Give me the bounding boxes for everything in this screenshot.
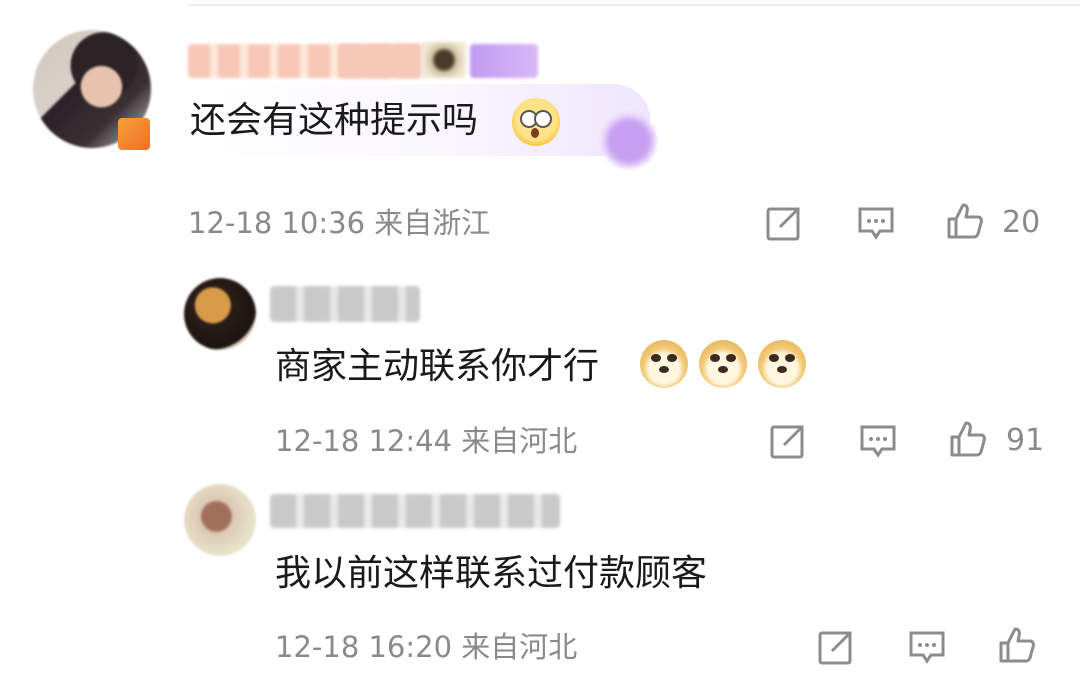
username-redacted[interactable] bbox=[270, 286, 420, 322]
like-count: 91 bbox=[1006, 423, 1045, 458]
share-icon[interactable] bbox=[764, 203, 804, 243]
thumbs-up-icon[interactable] bbox=[945, 201, 985, 241]
share-icon[interactable] bbox=[768, 421, 808, 461]
reply-icon[interactable] bbox=[856, 203, 896, 243]
vip-badge-icon bbox=[470, 44, 538, 78]
username-redacted[interactable] bbox=[270, 494, 560, 528]
comment-text: 商家主动联系你才行 bbox=[275, 346, 600, 387]
avatar-badge bbox=[118, 118, 150, 150]
thumbs-up-icon[interactable] bbox=[948, 419, 988, 459]
user-badge-icon bbox=[422, 42, 466, 78]
doge-emoji-icon bbox=[758, 340, 806, 388]
comment-text: 我以前这样联系过付款顾客 bbox=[275, 553, 708, 594]
divider bbox=[188, 4, 1080, 6]
thumbs-up-icon[interactable] bbox=[997, 625, 1037, 665]
avatar[interactable] bbox=[184, 278, 256, 350]
doge-emoji-icon bbox=[640, 340, 688, 388]
doge-emoji-icon bbox=[699, 340, 747, 388]
bubble-decoration-icon bbox=[598, 112, 660, 170]
comment-meta: 12-18 12:44 来自河北 bbox=[275, 424, 578, 458]
avatar[interactable] bbox=[184, 484, 256, 556]
like-count: 20 bbox=[1002, 205, 1041, 240]
comment-text: 还会有这种提示吗 bbox=[190, 100, 479, 141]
username-redacted[interactable] bbox=[340, 44, 420, 78]
comment-meta: 12-18 10:36 来自浙江 bbox=[188, 206, 491, 240]
comment-meta: 12-18 16:20 来自河北 bbox=[275, 630, 578, 664]
flushed-face-emoji-icon bbox=[512, 98, 560, 146]
reply-icon[interactable] bbox=[907, 627, 947, 667]
reply-icon[interactable] bbox=[858, 421, 898, 461]
share-icon[interactable] bbox=[816, 627, 856, 667]
